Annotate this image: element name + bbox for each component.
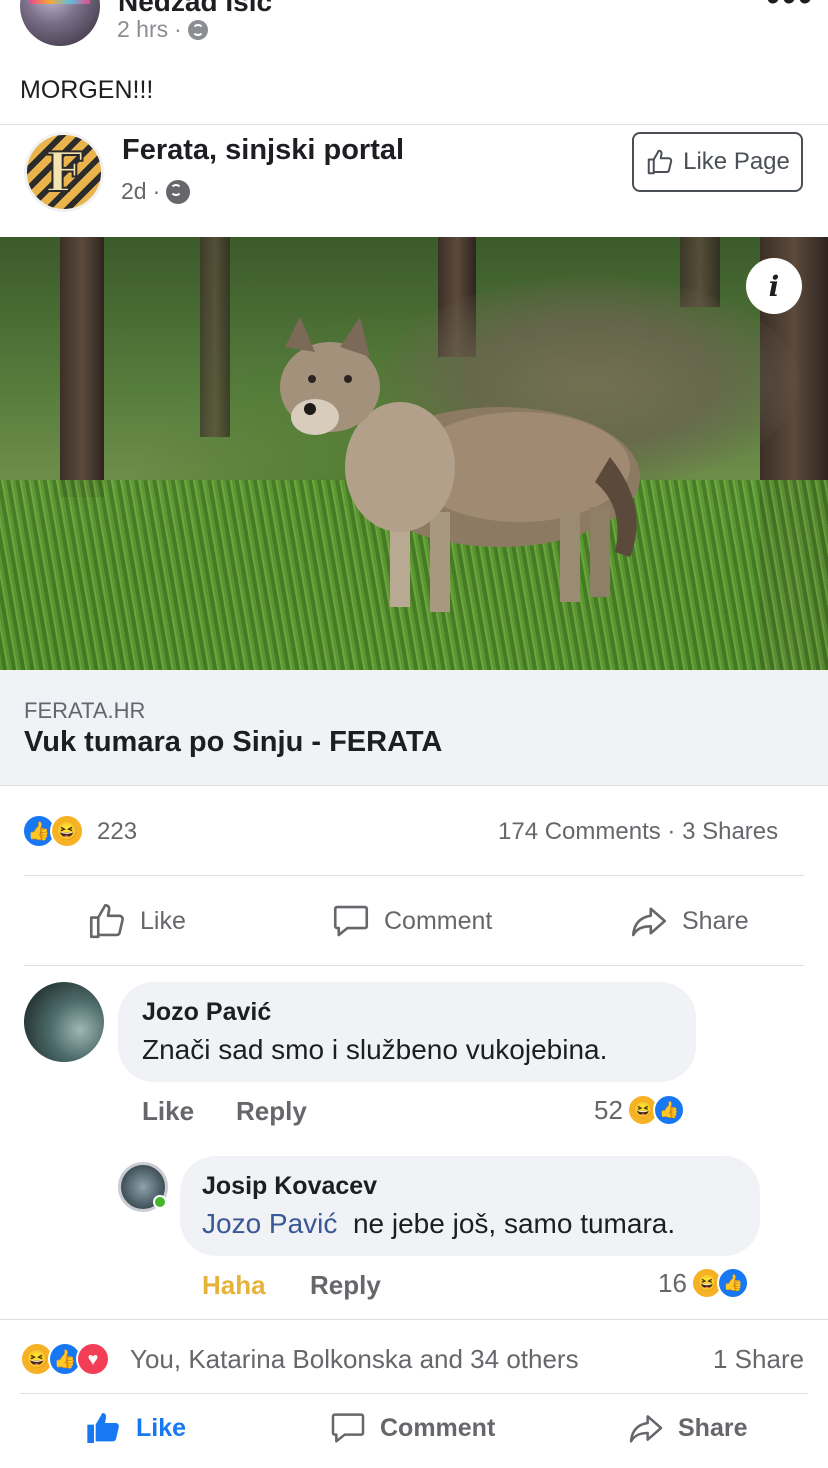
post-time: 2 hrs	[117, 16, 169, 42]
love-reaction-icon: ♥	[76, 1342, 110, 1376]
comment-text: ne jebe još, samo tumara.	[352, 1208, 676, 1239]
comment-like-button[interactable]: Like	[142, 1096, 194, 1127]
separator: ·	[152, 178, 161, 204]
comment-label: Comment	[384, 906, 493, 935]
info-icon[interactable]: i	[746, 258, 802, 314]
comment-reactions[interactable]: 52 😆 👍	[594, 1094, 685, 1126]
link-domain: FERATA.HR	[24, 698, 146, 723]
post-comment-button[interactable]: Comment	[328, 1408, 495, 1448]
thumbs-up-icon	[87, 1413, 119, 1443]
post-text: MORGEN!!!	[20, 76, 154, 104]
like-label: Like	[136, 1413, 187, 1442]
divider	[20, 1393, 808, 1394]
comment-text: Znači sad smo i službeno vukojebina.	[142, 1034, 608, 1065]
shared-page-name[interactable]: Ferata, sinjski portal	[122, 134, 404, 167]
wolf-figure	[280, 317, 640, 612]
comment-mention[interactable]: Jozo Pavić	[202, 1208, 337, 1239]
comment-reaction-count: 16	[658, 1267, 687, 1298]
like-page-label: Like Page	[683, 148, 790, 175]
comment-label: Comment	[380, 1413, 496, 1442]
divider	[24, 965, 804, 966]
like-reaction-icon: 👍	[716, 1267, 749, 1299]
post-like-button[interactable]: Like	[84, 1408, 186, 1448]
post-reactions-summary[interactable]: You, Katarina Bolkonska and 34 others	[130, 1344, 579, 1375]
divider	[24, 875, 804, 876]
page-logo-letter: F	[44, 139, 84, 205]
reaction-icons[interactable]: 👍 😆	[22, 814, 84, 848]
comment-reply-button[interactable]: Reply	[310, 1270, 381, 1301]
comment-bubble: Josip Kovacev Jozo Pavić ne jebe još, sa…	[180, 1156, 760, 1256]
avatar[interactable]	[24, 982, 104, 1062]
globe-icon	[166, 179, 191, 204]
share-label: Share	[678, 1413, 748, 1442]
post-share-count[interactable]: 1 Share	[713, 1344, 804, 1375]
comment-author[interactable]: Josip Kovacev	[202, 1172, 377, 1201]
comment-icon	[331, 1413, 365, 1443]
page-logo[interactable]: F	[24, 132, 104, 212]
comment-haha-button[interactable]: Haha	[202, 1270, 266, 1301]
shared-comment-button[interactable]: Comment	[330, 900, 492, 942]
post-reaction-icons[interactable]: 😆 👍 ♥	[20, 1342, 110, 1376]
comment-reply-button[interactable]: Reply	[236, 1096, 307, 1127]
globe-icon	[187, 19, 208, 40]
shared-post-timestamp[interactable]: 2d ·	[121, 178, 191, 205]
post-menu-button[interactable]: •••	[766, 0, 814, 18]
separator: ·	[174, 16, 182, 42]
post-share-button[interactable]: Share	[626, 1408, 747, 1448]
comments-shares-count[interactable]: 174 Comments · 3 Shares	[498, 818, 778, 846]
comment-reactions[interactable]: 16 😆 👍	[658, 1267, 749, 1299]
reaction-count[interactable]: 223	[97, 818, 137, 846]
like-label: Like	[140, 906, 186, 935]
comment-bubble: Jozo Pavić Znači sad smo i službeno vuko…	[118, 982, 696, 1082]
post-timestamp[interactable]: 2 hrs ·	[117, 16, 208, 43]
comment-text-line: Jozo Pavić ne jebe još, samo tumara.	[202, 1208, 675, 1240]
like-page-button[interactable]: Like Page	[632, 132, 803, 192]
share-icon	[631, 907, 667, 937]
link-title[interactable]: Vuk tumara po Sinju - FERATA	[24, 726, 442, 759]
wolf-photo[interactable]	[0, 237, 828, 670]
share-icon	[629, 1415, 663, 1443]
author-avatar[interactable]	[20, 0, 100, 46]
shared-share-button[interactable]: Share	[628, 900, 749, 942]
comment-author[interactable]: Jozo Pavić	[142, 998, 271, 1027]
comment-icon	[333, 905, 369, 937]
thumbs-up-icon	[647, 149, 673, 175]
share-label: Share	[682, 906, 749, 935]
haha-reaction-icon: 😆	[50, 814, 84, 848]
shared-like-button[interactable]: Like	[86, 900, 186, 942]
thumbs-up-icon	[89, 903, 124, 939]
online-status-indicator	[153, 1195, 167, 1209]
shared-time: 2d	[121, 178, 147, 204]
comment-reaction-count: 52	[594, 1094, 623, 1125]
like-reaction-icon: 👍	[652, 1094, 685, 1126]
